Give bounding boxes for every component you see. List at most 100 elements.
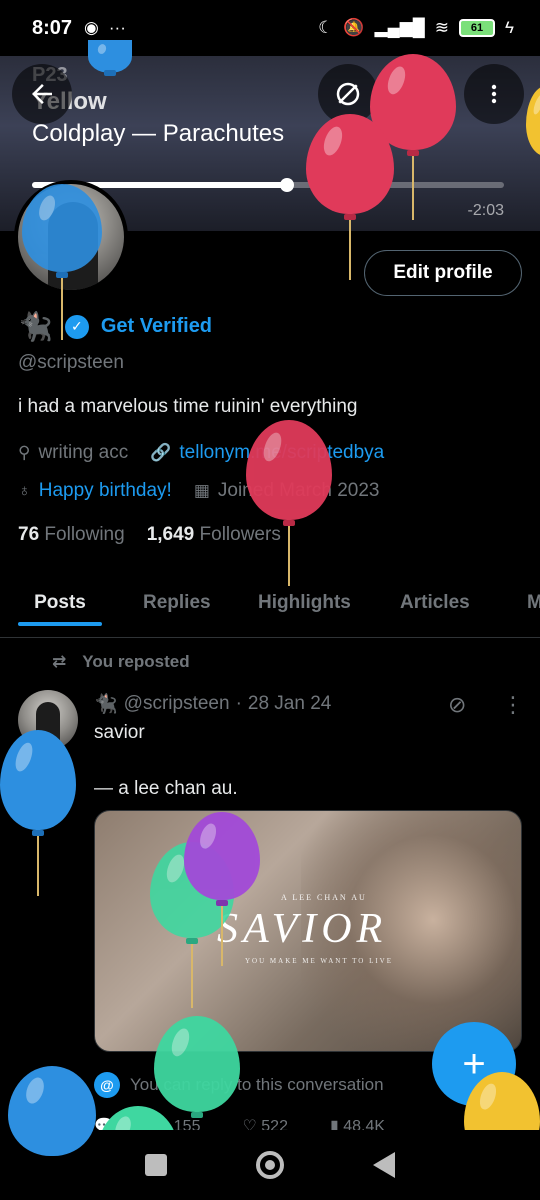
banner-album: Coldplay — Parachutes: [32, 120, 285, 147]
balloon-blue-3: [0, 730, 76, 896]
tab-more[interactable]: M: [527, 580, 540, 626]
do-not-disturb-icon: ☾: [318, 18, 334, 37]
home-icon[interactable]: [255, 1151, 284, 1179]
birthday-link[interactable]: Happy birthday!: [39, 480, 172, 502]
views-count: 48.4K: [343, 1118, 386, 1130]
location-pin-icon: ⚲: [18, 443, 31, 462]
post-more-icon[interactable]: ⋮: [502, 692, 524, 718]
status-icons: ☾ 🔕 ▂▄▆█ ≋ 61 ϟ: [318, 18, 514, 38]
black-cat-emoji: 🐈‍⬛: [18, 311, 53, 342]
balloon-knot: [283, 520, 295, 526]
search-icon: [406, 82, 429, 105]
website-link[interactable]: tellonym.me/scriptedbya: [179, 442, 384, 464]
reply-action[interactable]: 💬: [94, 1116, 114, 1130]
repost-icon: ⇄: [52, 652, 67, 671]
balloon-body: [246, 420, 332, 520]
verified-badge-icon[interactable]: ✓: [64, 314, 89, 339]
post-avatar[interactable]: [18, 690, 78, 750]
post-avatar-silhouette: [36, 702, 60, 750]
following-stat[interactable]: 76 Following: [18, 524, 125, 546]
banner-progress-track: [32, 178, 504, 192]
following-label: Following: [44, 524, 125, 545]
balloon-icon: ♁: [18, 481, 31, 500]
repost-action[interactable]: ⇄ 155: [156, 1116, 201, 1130]
views-icon: ▮: [329, 1118, 339, 1130]
repost-indicator: ⇄ You reposted: [52, 652, 190, 672]
battery-icon: 61: [459, 19, 495, 37]
post-header: 🐈‍⬛ @scripsteen · 28 Jan 24: [94, 692, 331, 716]
post-media-image[interactable]: A LEE CHAN AU SAVIOR YOU MAKE ME WANT TO…: [94, 810, 522, 1052]
location-text: writing acc: [38, 442, 129, 463]
more-notifications-icon: ···: [108, 18, 126, 37]
repost-label: You reposted: [82, 652, 190, 671]
following-count: 76: [18, 524, 40, 545]
tab-articles[interactable]: Articles: [400, 580, 470, 626]
profile-avatar[interactable]: [14, 180, 128, 294]
reply-note-text: You can reply to this conversation: [130, 1075, 384, 1094]
location-item: ⚲ writing acc: [18, 442, 128, 464]
back-arrow-icon: [32, 84, 52, 104]
reply-icon: 💬: [94, 1118, 114, 1130]
profile-handle: @scripsteen: [18, 352, 124, 373]
charging-icon: ϟ: [505, 18, 514, 37]
grok-button[interactable]: [318, 64, 378, 124]
compose-fab-button[interactable]: +: [432, 1022, 516, 1106]
post-handle[interactable]: @scripsteen: [124, 693, 230, 715]
profile-bio: i had a marvelous time ruinin' everythin…: [18, 396, 358, 417]
tab-replies[interactable]: Replies: [143, 580, 211, 626]
calendar-icon: ▦: [193, 481, 210, 500]
media-top-text: A LEE CHAN AU: [281, 893, 367, 902]
profile-name-row: 🐈‍⬛ ✓ Get Verified: [18, 310, 212, 343]
more-button[interactable]: [464, 64, 524, 124]
back-triangle-icon[interactable]: [373, 1152, 396, 1178]
like-count: 522: [261, 1118, 288, 1130]
back-button[interactable]: [12, 64, 72, 124]
wifi-icon: ≋: [434, 18, 449, 37]
birthday-item[interactable]: ♁ Happy birthday!: [18, 480, 172, 502]
banner-remaining-time: -2:03: [467, 202, 504, 219]
follow-stats: 76 Following 1,649 Followers: [18, 524, 281, 546]
post-separator: ·: [235, 693, 242, 714]
followers-stat[interactable]: 1,649 Followers: [147, 524, 281, 546]
post-text-line-2: — a lee chan au.: [94, 778, 238, 799]
edit-profile-button[interactable]: Edit profile: [364, 250, 522, 296]
tab-posts[interactable]: Posts: [18, 580, 102, 626]
link-icon: 🔗: [150, 443, 172, 462]
joined-text: Joined March 2023: [217, 480, 380, 501]
post-date: 28 Jan 24: [247, 693, 332, 714]
banner-progress-knob: [279, 178, 294, 192]
like-action[interactable]: ♡ 522: [242, 1116, 288, 1130]
mute-icon: 🔕: [343, 18, 365, 37]
avatar-silhouette: [48, 202, 98, 290]
followers-label: Followers: [199, 524, 281, 545]
grok-post-icon[interactable]: ⊘: [448, 692, 466, 718]
followers-count: 1,649: [146, 524, 195, 545]
at-sign-icon: @: [94, 1072, 120, 1098]
profile-tabs: Posts Replies Highlights Articles M: [0, 580, 540, 638]
heart-icon: ♡: [242, 1118, 257, 1130]
media-subtitle: YOU MAKE ME WANT TO LIVE: [245, 957, 394, 965]
status-bar: 8:07 ◉ ··· ☾ 🔕 ▂▄▆█ ≋ 61 ϟ: [0, 0, 540, 56]
website-item[interactable]: 🔗 tellonym.me/scriptedbya: [150, 442, 384, 464]
grok-icon: [336, 82, 360, 106]
recents-icon[interactable]: [144, 1154, 167, 1176]
signal-icon: ▂▄▆█: [374, 18, 425, 37]
balloon-string: [288, 526, 290, 586]
search-button[interactable]: [388, 64, 448, 124]
balloon-string: [37, 836, 39, 896]
post-text-line-1: savior: [94, 722, 145, 743]
post-actions: 💬 ⇄ 155 ♡ 522 ▮ 48.4K: [94, 1116, 474, 1130]
status-time: 8:07: [32, 16, 73, 39]
post-cat-emoji: 🐈‍⬛: [94, 694, 118, 715]
reply-restriction-note: @ You can reply to this conversation: [94, 1072, 384, 1098]
tab-highlights[interactable]: Highlights: [258, 580, 351, 626]
get-verified-link[interactable]: Get Verified: [101, 315, 212, 338]
views-action[interactable]: ▮ 48.4K: [330, 1116, 385, 1130]
profile-meta-row-2: ♁ Happy birthday! ▦ Joined March 2023: [18, 480, 380, 502]
joined-item: ▦ Joined March 2023: [194, 480, 380, 502]
balloon-blue-4: [8, 1066, 96, 1156]
repost-action-icon: ⇄: [155, 1118, 170, 1130]
more-vertical-icon: [491, 84, 497, 104]
app-notification-icon: ◉: [84, 18, 99, 37]
system-nav-bar: [0, 1130, 540, 1200]
